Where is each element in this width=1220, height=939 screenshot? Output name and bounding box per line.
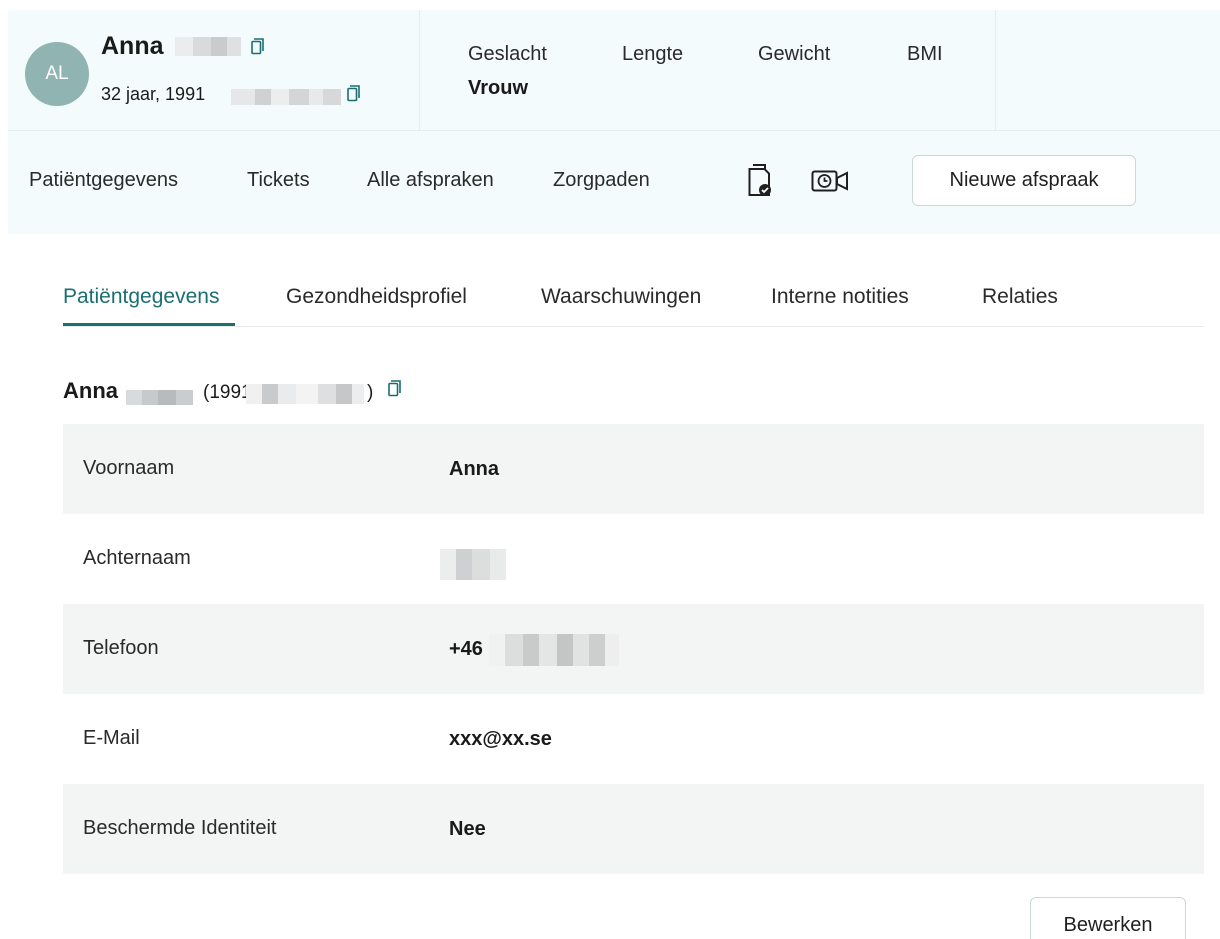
avatar: AL [25, 42, 89, 106]
detail-value: Anna [449, 458, 499, 480]
header-divider [995, 10, 996, 131]
redacted-phone [489, 634, 619, 666]
copy-icon[interactable] [347, 85, 360, 102]
patient-summary-bar [8, 10, 1220, 131]
detail-value: xxx@xx.se [449, 728, 552, 750]
detail-row-last-name: Achternaam [63, 514, 1204, 604]
tab-patient-details[interactable]: Patiëntgegevens [63, 285, 219, 309]
redacted-surname [440, 549, 506, 580]
redacted-surname [175, 37, 241, 56]
detail-label: Telefoon [83, 637, 159, 659]
tab-internal-notes[interactable]: Interne notities [771, 285, 909, 309]
new-appointment-button[interactable]: Nieuwe afspraak [912, 155, 1136, 206]
patient-name: Anna [101, 32, 164, 60]
stat-label-weight: Gewicht [758, 43, 831, 65]
redacted-birthdate [246, 384, 364, 404]
detail-label: E-Mail [83, 727, 140, 749]
stat-label-bmi: BMI [907, 43, 943, 65]
summary-birth-open: (1991 [203, 382, 252, 403]
detail-value: Nee [449, 818, 486, 840]
stat-value-gender: Vrouw [468, 77, 529, 99]
redacted-birthdate [231, 89, 341, 105]
summary-birth-close: ) [367, 382, 374, 403]
nav-all-appointments[interactable]: Alle afspraken [367, 169, 494, 192]
video-clock-icon[interactable] [811, 170, 851, 192]
stat-label-gender: Geslacht [468, 43, 547, 65]
redacted-surname [126, 390, 193, 405]
detail-row-email: E-Mail xxx@xx.se [63, 694, 1204, 784]
stat-label-height: Lengte [622, 43, 684, 65]
header-divider [419, 10, 420, 131]
nav-patient-details[interactable]: Patiëntgegevens [29, 169, 178, 192]
document-check-icon[interactable] [748, 164, 772, 198]
patient-age-birth: 32 jaar, 1991 [101, 84, 206, 104]
detail-label: Achternaam [83, 547, 191, 569]
tab-bar-border [63, 326, 1204, 327]
detail-row-phone: Telefoon +46 [63, 604, 1204, 694]
detail-label: Beschermde Identiteit [83, 817, 277, 839]
edit-button[interactable]: Bewerken [1030, 897, 1186, 939]
detail-value: +46 [449, 638, 483, 660]
tab-relations[interactable]: Relaties [982, 285, 1058, 309]
copy-icon[interactable] [251, 38, 264, 55]
nav-tickets[interactable]: Tickets [247, 169, 310, 192]
tab-health-profile[interactable]: Gezondheidsprofiel [286, 285, 467, 309]
summary-name: Anna [63, 378, 118, 403]
nav-care-paths[interactable]: Zorgpaden [553, 169, 650, 192]
tab-warnings[interactable]: Waarschuwingen [541, 285, 701, 309]
detail-row-first-name: Voornaam Anna [63, 424, 1204, 514]
detail-label: Voornaam [83, 457, 175, 479]
detail-row-protected-identity: Beschermde Identiteit Nee [63, 784, 1204, 874]
copy-icon[interactable] [388, 380, 401, 397]
active-tab-indicator [63, 323, 235, 326]
